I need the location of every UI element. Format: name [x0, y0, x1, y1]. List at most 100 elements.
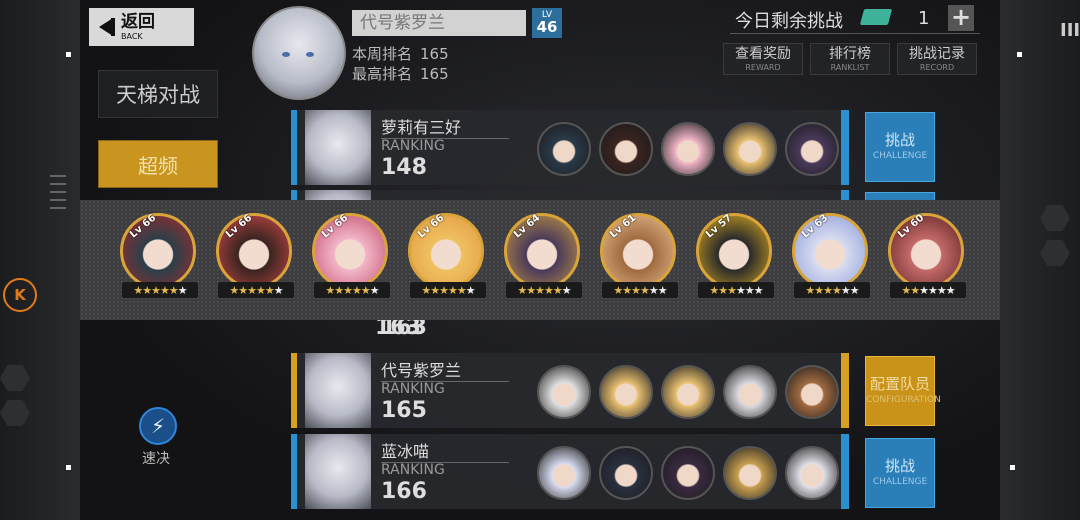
team-member[interactable]: Lv 60 ★ ★ ★ ★ ★ ★: [888, 213, 969, 303]
star-icon: ★: [814, 283, 824, 297]
star-icon: ★: [151, 283, 161, 297]
opponent-character[interactable]: [537, 122, 591, 176]
week-rank-value: 165: [420, 45, 449, 63]
record-button[interactable]: 挑战记录 RECORD: [897, 43, 977, 75]
team-member[interactable]: Lv 66 ★ ★ ★ ★ ★ ★: [216, 213, 297, 303]
player-avatar[interactable]: [252, 6, 346, 100]
divider: [730, 33, 980, 34]
star-icon: ★: [133, 283, 143, 297]
challenge-sub: CHALLENGE: [872, 477, 928, 487]
best-rank-label: 最高排名: [352, 65, 413, 83]
member-star-rating: ★ ★ ★ ★ ★ ★: [410, 282, 486, 298]
opponent-character[interactable]: [537, 365, 591, 419]
team-member[interactable]: Lv 66 ★ ★ ★ ★ ★ ★: [120, 213, 201, 303]
star-icon: ★: [805, 283, 815, 297]
challenge-label: 挑战: [884, 457, 915, 475]
add-challenge-button[interactable]: +: [948, 5, 974, 31]
star-icon: ★: [823, 283, 833, 297]
remaining-challenges-count: 1: [918, 8, 930, 29]
remaining-challenges-label: 今日剩余挑战: [735, 11, 843, 32]
opponent-character[interactable]: [785, 446, 839, 500]
member-portrait: [408, 213, 484, 289]
member-portrait: [888, 213, 964, 289]
star-icon: ★: [945, 283, 956, 297]
overclock-button[interactable]: 超频: [98, 140, 218, 188]
corner-marker: [1017, 52, 1022, 57]
back-sub-label: BACK: [121, 31, 143, 41]
star-icon: ★: [430, 283, 440, 297]
member-star-rating: ★ ★ ★ ★ ★ ★: [698, 282, 774, 298]
star-icon: ★: [343, 283, 353, 297]
reward-button[interactable]: 查看奖励 REWARD: [723, 43, 803, 75]
star-icon: ★: [229, 283, 239, 297]
back-button[interactable]: 返回 BACK: [89, 8, 194, 46]
member-portrait: [600, 213, 676, 289]
right-frame: [1000, 0, 1080, 520]
opponent-character[interactable]: [723, 365, 777, 419]
team-member[interactable]: Lv 64 ★ ★ ★ ★ ★ ★: [504, 213, 585, 303]
opponent-name: 蓝冰喵: [381, 438, 509, 463]
back-arrow-icon: [89, 8, 121, 46]
star-icon: ★: [753, 283, 764, 297]
opponent-character[interactable]: [661, 122, 715, 176]
lightning-icon[interactable]: ⚡: [139, 407, 177, 445]
ranklist-button[interactable]: 排行榜 RANKLIST: [810, 43, 890, 75]
team-member[interactable]: Lv 61 ★ ★ ★ ★ ★ ★: [600, 213, 681, 303]
challenge-button[interactable]: 挑战 CHALLENGE: [865, 112, 935, 182]
opponent-team: [537, 122, 839, 176]
opponent-character[interactable]: [537, 446, 591, 500]
opponent-team: [537, 446, 839, 500]
team-member[interactable]: Lv 57 ★ ★ ★ ★ ★ ★: [696, 213, 777, 303]
opponent-character[interactable]: [785, 365, 839, 419]
opponent-character[interactable]: [599, 446, 653, 500]
member-portrait: [216, 213, 292, 289]
star-icon: ★: [168, 283, 179, 297]
ranking-label: RANKING: [381, 381, 445, 397]
opponent-name: 代号紫罗兰: [381, 357, 509, 382]
opponent-character[interactable]: [723, 446, 777, 500]
corner-marker: [1010, 465, 1015, 470]
k-icon[interactable]: K: [3, 278, 37, 312]
opponent-character[interactable]: [599, 365, 653, 419]
star-icon: ★: [709, 283, 719, 297]
ranklist-sub: RANKLIST: [830, 63, 870, 72]
ranking-row: 蓝冰喵 RANKING 166: [291, 434, 849, 509]
team-member[interactable]: Lv 66 ★ ★ ★ ★ ★ ★: [312, 213, 393, 303]
star-icon: ★: [631, 283, 641, 297]
rank-info: 本周排名 165 最高排名 165: [352, 44, 457, 84]
fast-resolve-label: 速决: [142, 451, 170, 467]
corner-marker: [66, 52, 71, 57]
team-member[interactable]: Lv 66 ★ ★ ★ ★ ★ ★: [408, 213, 489, 303]
member-portrait: [696, 213, 772, 289]
star-icon: ★: [439, 283, 449, 297]
menu-dots-icon[interactable]: III: [1060, 20, 1080, 41]
opponent-character[interactable]: [723, 122, 777, 176]
opponent-character[interactable]: [785, 122, 839, 176]
opponent-character[interactable]: [661, 365, 715, 419]
ranklist-label: 排行榜: [829, 46, 871, 62]
star-icon: ★: [936, 283, 947, 297]
star-icon: ★: [552, 283, 563, 297]
member-star-rating: ★ ★ ★ ★ ★ ★: [794, 282, 870, 298]
week-rank-label: 本周排名: [352, 45, 413, 63]
team-member[interactable]: Lv 63 ★ ★ ★ ★ ★ ★: [792, 213, 873, 303]
configuration-button[interactable]: 配置队员 CONFIGURATION: [865, 356, 941, 426]
star-icon: ★: [247, 283, 257, 297]
configuration-sub: CONFIGURATION: [866, 395, 941, 405]
member-star-rating: ★ ★ ★ ★ ★ ★: [602, 282, 678, 298]
member-star-rating: ★ ★ ★ ★ ★ ★: [314, 282, 390, 298]
member-star-rating: ★ ★ ★ ★ ★ ★: [218, 282, 294, 298]
opponent-character[interactable]: [661, 446, 715, 500]
avatar-eye: [282, 52, 290, 57]
star-icon: ★: [840, 283, 851, 297]
challenge-button[interactable]: 挑战 CHALLENGE: [865, 438, 935, 508]
star-icon: ★: [727, 283, 737, 297]
star-icon: ★: [456, 283, 467, 297]
ladder-mode-button[interactable]: 天梯对战: [98, 70, 218, 118]
ticket-icon: [859, 9, 893, 25]
ranking-number: 166: [381, 479, 427, 504]
star-icon: ★: [901, 283, 911, 297]
ranking-row: 萝莉有三好 RANKING 148: [291, 110, 849, 185]
player-name: 代号紫罗兰: [352, 10, 526, 36]
opponent-character[interactable]: [599, 122, 653, 176]
